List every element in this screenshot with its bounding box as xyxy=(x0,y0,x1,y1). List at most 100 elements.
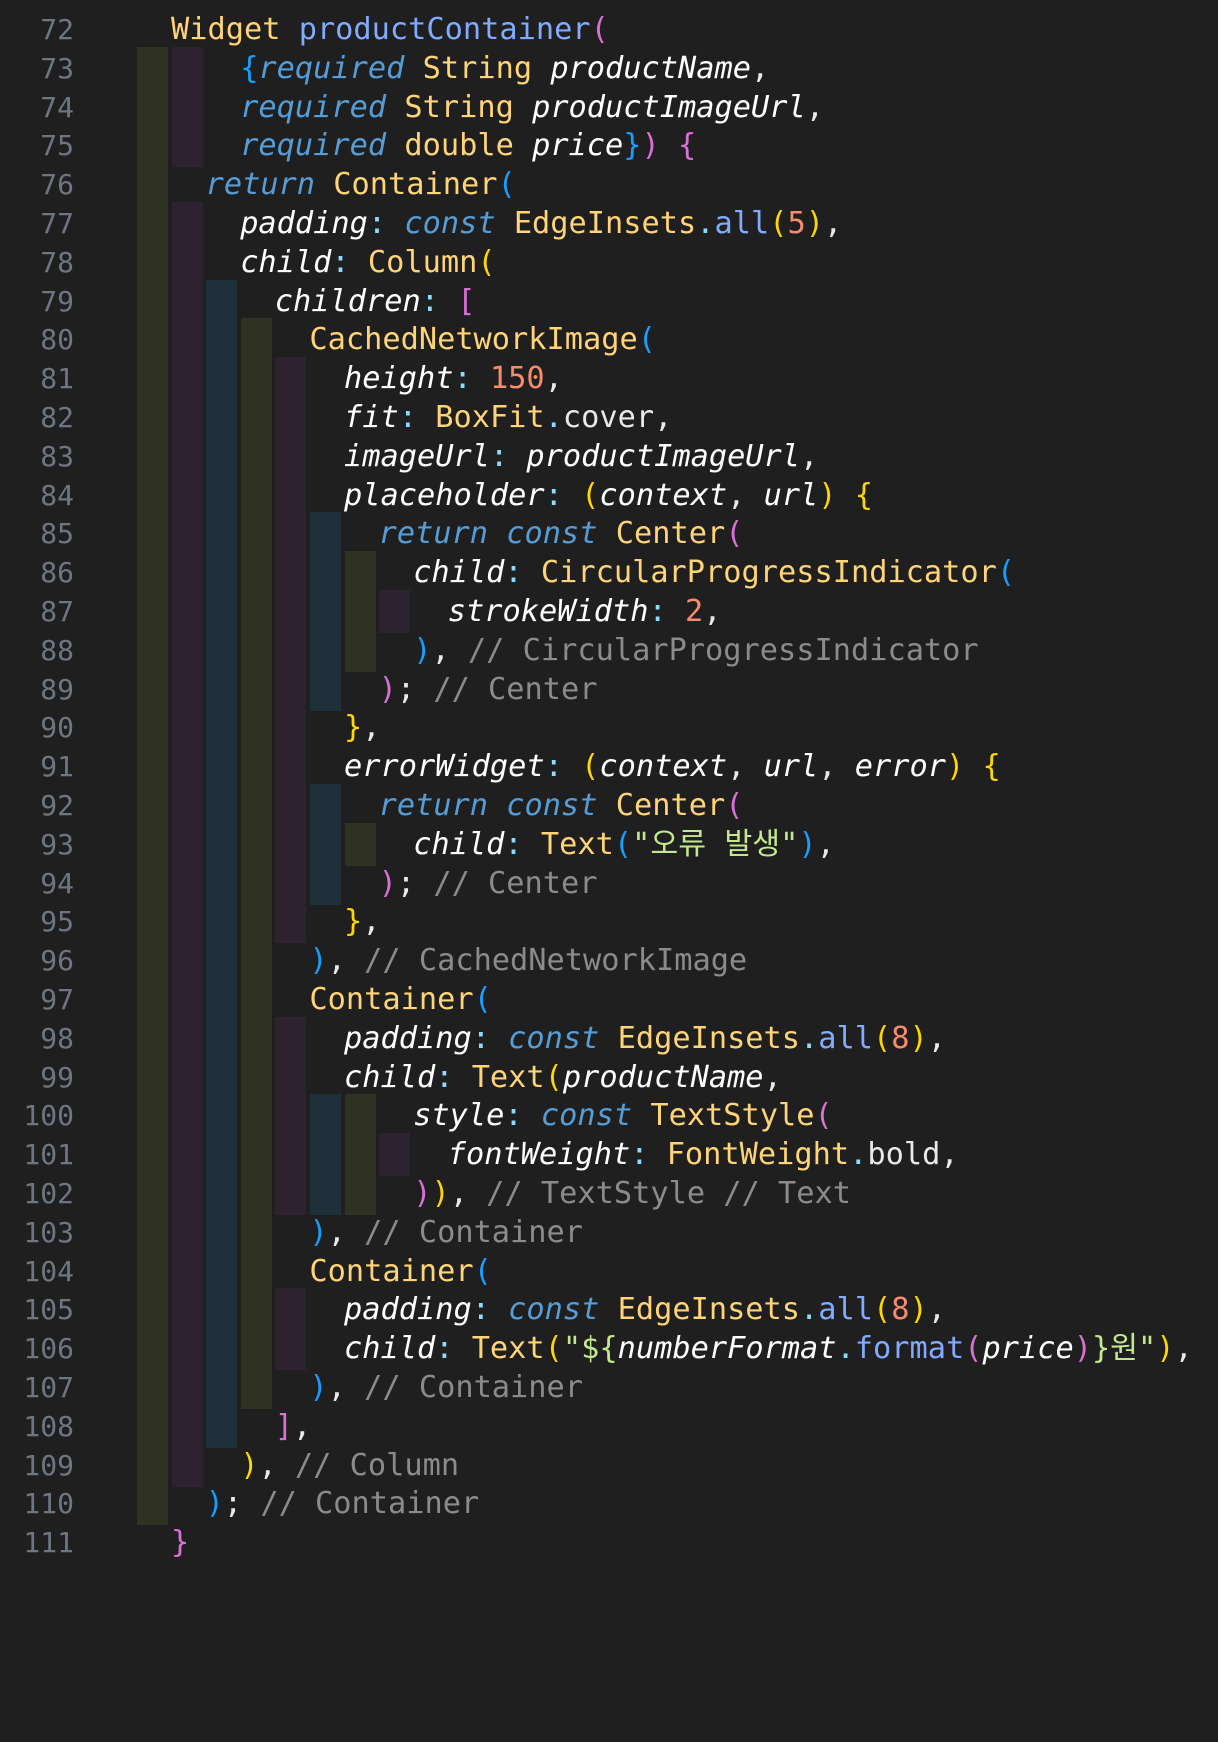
code-line[interactable]: 84 placeholder: (context, url) { xyxy=(0,473,1218,517)
code-line[interactable]: 83 imageUrl: productImageUrl, xyxy=(0,434,1218,478)
code-token: Container xyxy=(309,1253,474,1289)
code-token: productImageUrl xyxy=(532,89,806,125)
code-line[interactable]: 110); // Container xyxy=(0,1482,1218,1526)
indent-guide xyxy=(344,822,376,866)
code-line[interactable]: 109), // Column xyxy=(0,1443,1218,1487)
code-line[interactable]: 93 child: Text("오류 발생"), xyxy=(0,822,1218,866)
code-token: placeholder xyxy=(344,477,545,513)
indent-guide xyxy=(240,978,272,1021)
code-token: . xyxy=(544,400,563,435)
code-text: style: const TextStyle( xyxy=(413,1094,833,1137)
code-token: , xyxy=(654,400,673,435)
code-line[interactable]: 100 style: const TextStyle( xyxy=(0,1094,1218,1138)
code-token: : xyxy=(471,1020,509,1056)
indent-guide xyxy=(137,1094,168,1138)
code-line[interactable]: 73 {required String productName, xyxy=(0,46,1218,90)
code-line[interactable]: 102)), // TextStyle // Text xyxy=(0,1172,1218,1215)
code-line[interactable]: 74 required String productImageUrl, xyxy=(0,85,1218,129)
code-line[interactable]: 80 CachedNetworkImage( xyxy=(0,318,1218,362)
code-line[interactable]: 78 child: Column( xyxy=(0,240,1218,284)
code-line[interactable]: 97 Container( xyxy=(0,978,1218,1021)
line-number: 87 xyxy=(40,595,74,628)
code-line[interactable]: 86 child: CircularProgressIndicator( xyxy=(0,551,1218,595)
code-line[interactable]: 98 padding: const EdgeInsets.all(8), xyxy=(0,1016,1218,1060)
code-line[interactable]: 89); // Center xyxy=(0,667,1218,711)
code-token: } xyxy=(344,904,363,940)
line-number: 72 xyxy=(40,13,74,46)
indent-guide xyxy=(137,124,168,168)
code-text: fontWeight: FontWeight.bold, xyxy=(448,1133,959,1176)
code-line[interactable]: 96), // CachedNetworkImage xyxy=(0,939,1218,983)
code-line[interactable]: 82 fit: BoxFit.cover, xyxy=(0,396,1218,439)
code-token: Text xyxy=(471,1059,545,1095)
line-number: 83 xyxy=(40,439,74,473)
indent-guide xyxy=(275,512,307,556)
code-line[interactable]: 111} xyxy=(0,1521,1218,1564)
indent-guide xyxy=(171,1404,203,1448)
indent-guide xyxy=(275,1016,307,1060)
code-token: : xyxy=(367,206,405,241)
code-token: , xyxy=(816,826,835,862)
indent-guide xyxy=(275,1055,307,1099)
code-line[interactable]: 77 padding: const EdgeInsets.all(5), xyxy=(0,202,1218,245)
indent-guide xyxy=(171,1443,203,1487)
code-line[interactable]: 105 padding: const EdgeInsets.all(8), xyxy=(0,1288,1218,1332)
code-token: } xyxy=(171,1525,190,1561)
code-line[interactable]: 72 Widget productContainer( xyxy=(0,8,1218,51)
code-token: , xyxy=(258,1447,295,1483)
code-line[interactable]: 104 Container( xyxy=(0,1249,1218,1293)
indent-guide xyxy=(240,900,272,944)
code-line[interactable]: 75 required double price}) { xyxy=(0,124,1218,168)
code-token: style xyxy=(413,1098,505,1134)
code-line[interactable]: 108], xyxy=(0,1404,1218,1448)
indent-guide xyxy=(240,396,272,439)
indent-guide xyxy=(240,1094,272,1138)
indent-guide xyxy=(206,706,238,750)
indent-guide xyxy=(379,1133,411,1177)
code-line[interactable]: 106 child: Text("${numberFormat.format(pr… xyxy=(0,1327,1218,1371)
code-line[interactable]: 94); // Center xyxy=(0,861,1218,905)
indent-guide xyxy=(310,1133,341,1177)
indent-guide xyxy=(171,240,203,284)
code-line[interactable]: 79 children: [ xyxy=(0,279,1218,323)
code-line[interactable]: 92 return const Center( xyxy=(0,784,1218,827)
code-text: required double price}) { xyxy=(240,124,696,167)
code-line[interactable]: 88), // CircularProgressIndicator xyxy=(0,628,1218,672)
line-number: 108 xyxy=(23,1409,74,1443)
code-line[interactable]: 91 errorWidget: (context, url, error) { xyxy=(0,745,1218,789)
indent-guide xyxy=(206,1133,238,1177)
code-token: , xyxy=(703,594,722,629)
indent-guide xyxy=(240,667,272,711)
code-line[interactable]: 107), // Container xyxy=(0,1366,1218,1409)
code-line[interactable]: 101 fontWeight: FontWeight.bold, xyxy=(0,1133,1218,1177)
code-line[interactable]: 76 return Container( xyxy=(0,163,1218,207)
code-line[interactable]: 81 height: 150, xyxy=(0,357,1218,401)
indent-guide xyxy=(171,1366,203,1409)
code-line[interactable]: 95}, xyxy=(0,900,1218,944)
code-token: . xyxy=(849,1137,868,1173)
code-line[interactable]: 85 return const Center( xyxy=(0,512,1218,556)
line-number: 73 xyxy=(40,51,74,85)
code-line[interactable]: 103), // Container xyxy=(0,1210,1218,1254)
code-token: EdgeInsets xyxy=(617,1020,801,1056)
indent-guide xyxy=(171,590,203,633)
indent-guide xyxy=(137,434,168,478)
indent-guide xyxy=(275,784,307,827)
code-editor[interactable]: 72 Widget productContainer(73 {required St… xyxy=(0,0,1218,1742)
code-line[interactable]: 90}, xyxy=(0,706,1218,750)
code-line[interactable]: 87 strokeWidth: 2, xyxy=(0,590,1218,633)
indent-guide xyxy=(240,1249,272,1293)
indent-guide xyxy=(206,1366,238,1409)
code-token: ) xyxy=(818,477,837,513)
code-token: // Container xyxy=(364,1214,584,1250)
code-token: // TextStyle // Text xyxy=(486,1176,851,1211)
indent-guide xyxy=(206,784,238,827)
code-line[interactable]: 99 child: Text(productName, xyxy=(0,1055,1218,1099)
code-token: ) xyxy=(309,1214,328,1250)
code-token: ( xyxy=(581,477,600,513)
